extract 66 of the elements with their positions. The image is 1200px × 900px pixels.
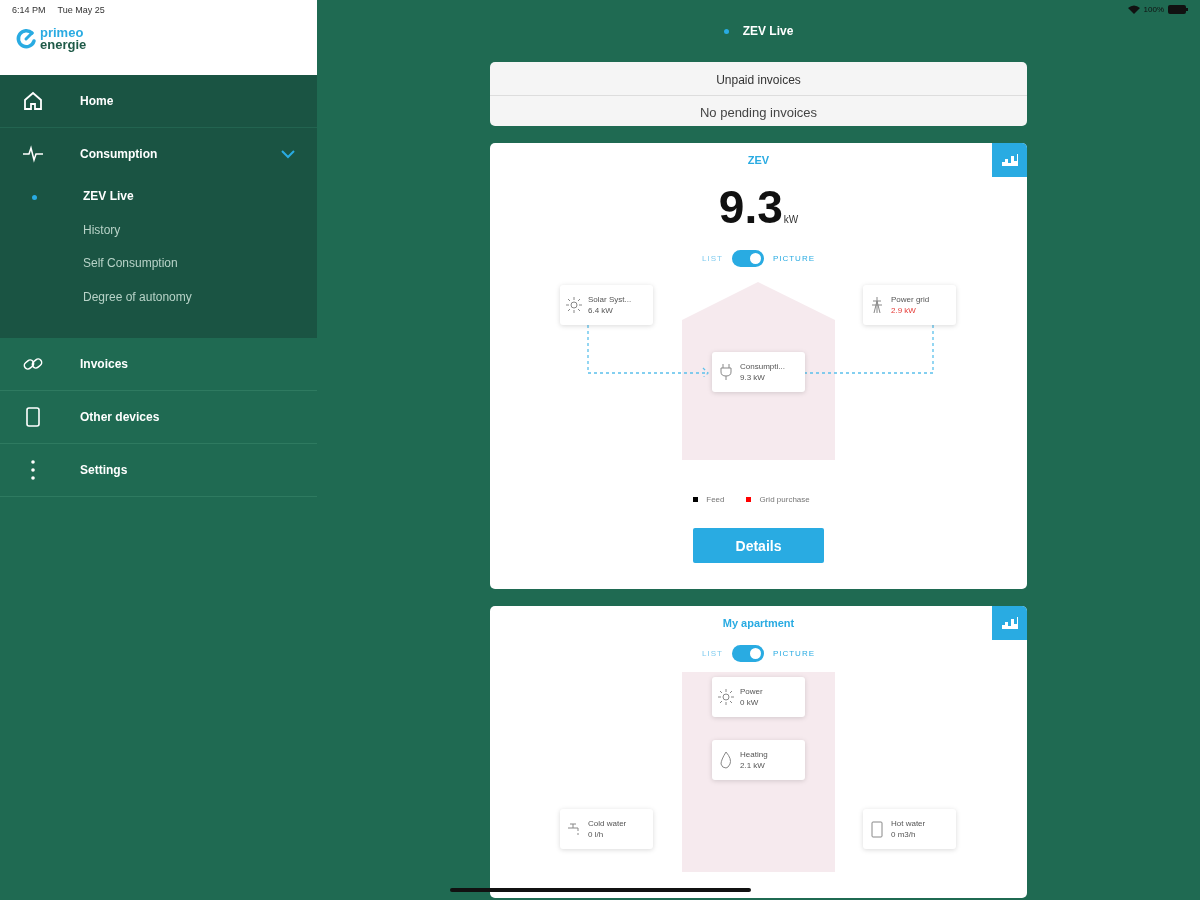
node-value: 0 kW (740, 697, 760, 708)
sun-icon (566, 296, 582, 314)
node-label: Consumpti... (740, 361, 785, 372)
energy-node[interactable]: Hot water 0 m3/h (863, 809, 956, 849)
node-value: 0 l/h (588, 829, 605, 840)
power-unit: kW (783, 214, 799, 225)
energy-node[interactable]: Heating 2.1 kW (712, 740, 805, 780)
tap-icon (566, 820, 582, 838)
card-title: My apartment (722, 617, 795, 629)
card-title: Unpaid invoices (490, 73, 1027, 96)
node-label: Power grid (891, 294, 930, 305)
active-dot-icon (723, 28, 729, 34)
energy-node[interactable]: Power grid 2.9 kW (863, 285, 956, 325)
page-title: ZEV Live (742, 24, 794, 38)
bar-chart-icon (1000, 616, 1019, 630)
card-title: ZEV (747, 154, 770, 166)
legend-label: Grid purchase (759, 495, 810, 504)
view-switch[interactable] (731, 645, 764, 662)
more-icon (31, 460, 35, 480)
toggle-label: PICTURE (772, 254, 815, 263)
logo-icon (15, 28, 37, 50)
node-label: Cold water (588, 818, 627, 829)
chart-button[interactable] (992, 143, 1027, 177)
node-value: 2.1 kW (740, 760, 766, 771)
nav-item[interactable]: Invoices (0, 338, 317, 391)
energy-node[interactable]: Cold water 0 l/h (560, 809, 653, 849)
node-label: Hot water (891, 818, 926, 829)
toggle-label: LIST (702, 649, 723, 658)
submenu-item[interactable]: History (0, 213, 317, 247)
energy-node[interactable]: Consumpti... 9.3 kW (712, 352, 805, 392)
node-value: 9.3 kW (740, 372, 766, 383)
node-value: 6.4 kW (588, 305, 614, 316)
submenu-item[interactable]: ZEV Live (0, 180, 317, 214)
energy-node[interactable]: Power 0 kW (712, 677, 805, 717)
node-label: Power (740, 686, 763, 697)
nav-item[interactable]: Consumption (0, 128, 317, 180)
flame-icon (718, 751, 734, 769)
toggle-label: LIST (702, 254, 723, 263)
legend-label: Feed (706, 495, 725, 504)
home-icon (22, 90, 44, 112)
submenu-item[interactable]: Degree of autonomy (0, 280, 317, 314)
bar-chart-icon (1000, 153, 1019, 167)
nav-item[interactable]: Other devices (0, 391, 317, 444)
battery-percent: 100% (1143, 5, 1164, 14)
wifi-icon (1127, 5, 1140, 14)
invoices-message: No pending invoices (698, 104, 819, 120)
energy-node[interactable]: Solar Syst... 6.4 kW (560, 285, 653, 325)
plug-icon (718, 363, 734, 381)
boiler-icon (869, 820, 885, 838)
submenu-item[interactable]: Self Consumption (0, 247, 317, 281)
node-value: 2.9 kW (891, 305, 917, 316)
sun-icon (718, 688, 734, 706)
total-power: 9.3 (718, 180, 783, 234)
pylon-icon (869, 296, 885, 314)
chart-button[interactable] (992, 606, 1027, 640)
status-time: 6:14 PM (12, 5, 46, 15)
logo-text: primeo (40, 27, 85, 39)
node-label: Solar Syst... (588, 294, 632, 305)
node-label: Heating (740, 749, 768, 760)
nav-item[interactable]: Settings (0, 444, 317, 497)
logo-text: energie (40, 39, 87, 51)
node-value: 0 m3/h (891, 829, 917, 840)
view-switch[interactable] (731, 250, 764, 267)
status-date: Tue May 25 (57, 5, 105, 15)
toggle-label: PICTURE (772, 649, 815, 658)
battery-icon (1168, 5, 1188, 14)
